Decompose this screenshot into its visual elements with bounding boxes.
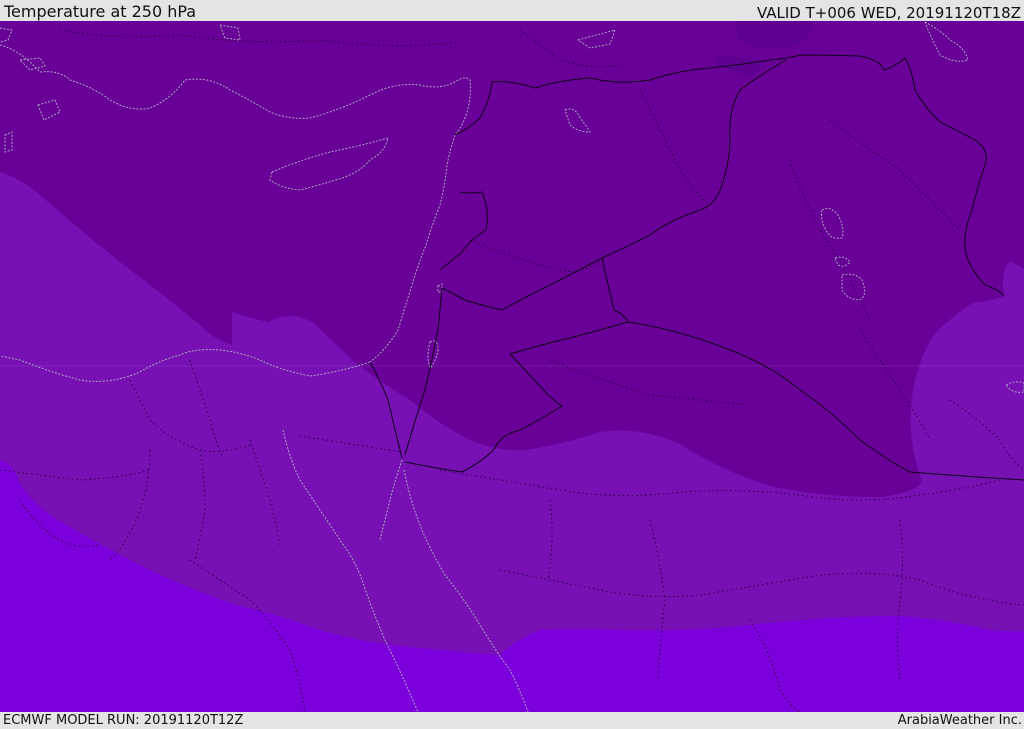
footer-bar: ECMWF MODEL RUN: 20191120T12Z ArabiaWeat…: [0, 712, 1024, 729]
weather-map[interactable]: [0, 21, 1024, 712]
header-bar: Temperature at 250 hPa VALID T+006 WED, …: [0, 0, 1024, 22]
model-run-label: ECMWF MODEL RUN: 20191120T12Z: [3, 713, 244, 728]
credit-label: ArabiaWeather Inc.: [897, 713, 1022, 728]
valid-time: VALID T+006 WED, 20191120T18Z: [756, 4, 1021, 22]
map-title: Temperature at 250 hPa: [4, 2, 197, 21]
